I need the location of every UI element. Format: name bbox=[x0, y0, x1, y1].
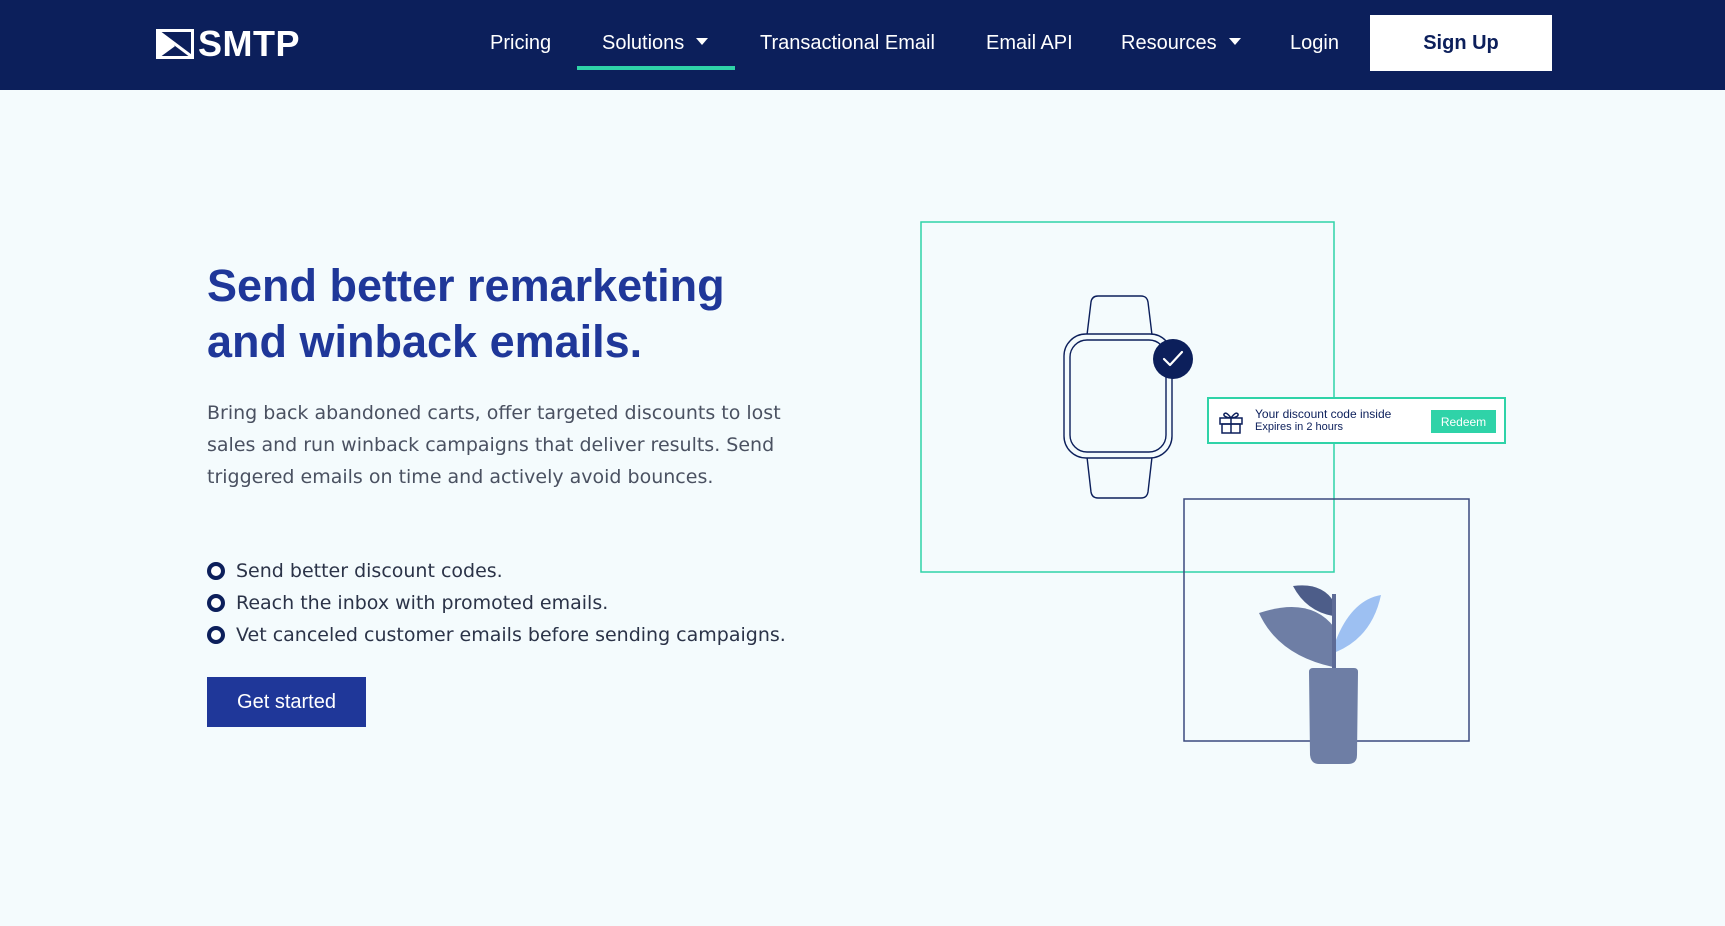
nav-item-label: Solutions bbox=[602, 32, 685, 54]
gift-icon bbox=[1219, 411, 1243, 434]
redeem-button[interactable]: Redeem bbox=[1431, 410, 1496, 433]
logo[interactable]: SMTP bbox=[156, 26, 300, 62]
plant-icon bbox=[1259, 585, 1381, 764]
nav-item-label: Email API bbox=[986, 32, 1073, 54]
bullet-icon bbox=[207, 562, 225, 580]
active-nav-indicator bbox=[577, 66, 735, 70]
nav-item-label: Login bbox=[1290, 32, 1339, 54]
logo-text: SMTP bbox=[198, 23, 301, 64]
coupon-text: Your discount code inside Expires in 2 h… bbox=[1255, 407, 1391, 434]
chevron-down-icon bbox=[696, 38, 709, 46]
sign-up-button[interactable]: Sign Up bbox=[1370, 15, 1552, 71]
nav-item-solutions[interactable]: Solutions bbox=[602, 0, 709, 86]
coupon-title: Your discount code inside bbox=[1255, 407, 1392, 421]
navy-frame bbox=[1183, 498, 1470, 742]
feature-text: Reach the inbox with promoted emails. bbox=[236, 592, 609, 614]
nav-item-label: Transactional Email bbox=[760, 32, 935, 54]
feature-list-item: Send better discount codes. bbox=[207, 555, 786, 587]
hero-title-line-1: Send better remarketing bbox=[207, 260, 725, 311]
nav-item-label: Resources bbox=[1121, 32, 1217, 54]
envelope-logo-icon bbox=[156, 29, 194, 59]
nav-item-transactional-email[interactable]: Transactional Email bbox=[760, 0, 935, 86]
hero-title: Send better remarketing and winback emai… bbox=[207, 258, 827, 370]
chevron-down-icon bbox=[1228, 38, 1241, 46]
nav-item-resources[interactable]: Resources bbox=[1121, 0, 1241, 86]
feature-text: Vet canceled customer emails before send… bbox=[236, 624, 786, 646]
nav-item-pricing[interactable]: Pricing bbox=[490, 0, 551, 86]
bullet-icon bbox=[207, 594, 225, 612]
discount-coupon-card: Your discount code inside Expires in 2 h… bbox=[1207, 397, 1506, 444]
nav-item-email-api[interactable]: Email API bbox=[986, 0, 1073, 86]
nav-item-login[interactable]: Login bbox=[1290, 0, 1339, 86]
nav-item-label: Pricing bbox=[490, 32, 552, 54]
hero-description: Bring back abandoned carts, offer target… bbox=[207, 402, 781, 488]
feature-list-item: Reach the inbox with promoted emails. bbox=[207, 587, 786, 619]
hero-title-line-2: and winback emails. bbox=[207, 316, 643, 367]
bullet-icon bbox=[207, 626, 225, 644]
checkmark-icon bbox=[1153, 339, 1193, 379]
watch-icon bbox=[1063, 295, 1173, 499]
top-navigation-bar: SMTP Pricing Solutions Transactional Ema… bbox=[0, 0, 1725, 90]
get-started-button[interactable]: Get started bbox=[207, 677, 366, 727]
feature-text: Send better discount codes. bbox=[236, 560, 503, 582]
coupon-expiry: Expires in 2 hours bbox=[1255, 421, 1344, 433]
feature-list-item: Vet canceled customer emails before send… bbox=[207, 619, 786, 651]
feature-list: Send better discount codes. Reach the in… bbox=[207, 555, 786, 651]
